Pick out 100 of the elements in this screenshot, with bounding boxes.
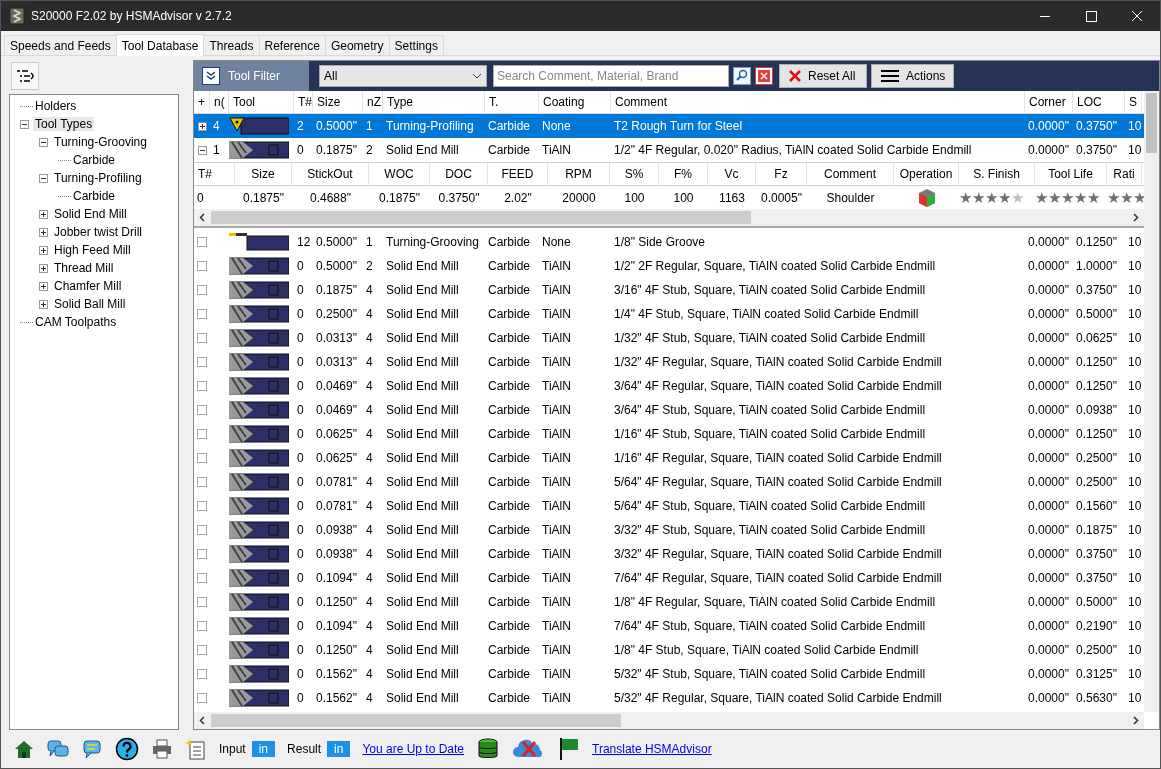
tree-item[interactable]: Carbide	[71, 153, 118, 167]
column-header[interactable]: RPM	[548, 163, 610, 185]
checkbox[interactable]	[197, 645, 207, 655]
tree-item[interactable]: Tool Types	[33, 117, 95, 131]
column-header[interactable]: Size	[313, 91, 363, 113]
expand-toggle-icon[interactable]	[39, 299, 48, 309]
reset-all-button[interactable]: Reset All	[779, 64, 867, 88]
column-header[interactable]: S	[1125, 91, 1142, 113]
horizontal-scrollbar[interactable]	[194, 712, 1144, 729]
column-header[interactable]: Comment	[611, 91, 1025, 113]
column-header[interactable]: T.	[485, 91, 539, 113]
column-header[interactable]: T#	[294, 91, 313, 113]
checkbox[interactable]	[197, 693, 207, 703]
checkbox[interactable]	[197, 309, 207, 319]
checkbox[interactable]	[197, 357, 207, 367]
column-header[interactable]: S. Finish	[959, 163, 1035, 185]
chat-icon[interactable]	[47, 738, 69, 760]
tree-item[interactable]: Jobber twist Drill	[52, 225, 145, 239]
home-icon[interactable]	[13, 738, 35, 760]
collapse-icon[interactable]	[202, 67, 220, 85]
expand-toggle-icon[interactable]	[39, 137, 48, 147]
checkbox[interactable]	[197, 597, 207, 607]
search-icon[interactable]	[733, 67, 751, 85]
expand-toggle-icon[interactable]	[20, 119, 29, 129]
checkbox[interactable]	[197, 333, 207, 343]
printer-icon[interactable]	[151, 738, 173, 760]
column-header[interactable]: WOC	[369, 163, 430, 185]
tree-item[interactable]: Turning-Grooving	[52, 135, 149, 149]
update-link[interactable]: You are Up to Date	[362, 742, 465, 756]
checkbox[interactable]	[197, 477, 207, 487]
column-header[interactable]: Size	[235, 163, 292, 185]
checkbox[interactable]	[197, 501, 207, 511]
column-header[interactable]: T#	[194, 163, 235, 185]
tool-row[interactable]: 4 2 0.5000" 1 Turning-Profiling Carbide None T2 Rough Turn for Steel 0.0000" 0.3750" 10	[194, 114, 1144, 138]
expand-toggle-icon[interactable]	[39, 263, 48, 273]
tree-item[interactable]: Solid Ball Mill	[52, 297, 128, 311]
expand-toggle-icon[interactable]	[39, 227, 48, 237]
column-header[interactable]: FEED	[488, 163, 548, 185]
expand-toggle-icon[interactable]	[197, 121, 207, 131]
horizontal-scrollbar[interactable]	[194, 209, 1144, 226]
column-header[interactable]: Operation	[894, 163, 959, 185]
tree-toggle-button[interactable]	[11, 62, 39, 90]
column-header[interactable]: +	[194, 91, 210, 113]
expand-toggle-icon[interactable]	[39, 173, 48, 183]
checkbox[interactable]	[197, 381, 207, 391]
checkbox[interactable]	[197, 525, 207, 535]
column-header[interactable]: S%	[610, 163, 659, 185]
tree-item[interactable]: Thread Mill	[52, 261, 116, 275]
filter-dropdown[interactable]: All	[319, 65, 487, 87]
checkbox[interactable]	[197, 573, 207, 583]
column-header[interactable]: Vc	[708, 163, 756, 185]
expand-toggle-icon[interactable]	[39, 209, 48, 219]
tree-item[interactable]: Chamfer Mill	[52, 279, 124, 293]
expand-toggle-icon[interactable]	[197, 145, 207, 155]
column-header[interactable]: LOC	[1073, 91, 1125, 113]
tree-item[interactable]: Carbide	[71, 189, 118, 203]
checkbox[interactable]	[197, 549, 207, 559]
column-header[interactable]: Tool Life	[1035, 163, 1107, 185]
tab[interactable]: Settings	[388, 35, 444, 55]
checkbox[interactable]	[197, 453, 207, 463]
column-header[interactable]: DOC	[430, 163, 488, 185]
checkbox[interactable]	[197, 669, 207, 679]
tool-row[interactable]: 1 0 0.1875" 2 Solid End Mill Carbide TiAlN 1/2" 4F Regular, 0.020" Radius, TiAlN coated Solid Carbide Endmill 0.0000" 0.3750" 10	[194, 138, 1144, 162]
tree-item[interactable]: Turning-Profiling	[52, 171, 144, 185]
checkbox[interactable]	[197, 621, 207, 631]
tab[interactable]: Tool Database	[115, 34, 205, 56]
checkbox[interactable]	[197, 261, 207, 271]
column-header[interactable]: StickOut	[292, 163, 369, 185]
column-header[interactable]: n(	[210, 91, 229, 113]
column-header[interactable]: Type	[383, 91, 485, 113]
expand-toggle-icon[interactable]	[39, 281, 48, 291]
column-header[interactable]: Tool	[229, 91, 294, 113]
help-icon[interactable]	[115, 737, 139, 761]
translate-link[interactable]: Translate HSMAdvisor	[592, 742, 712, 756]
column-header[interactable]: Coating	[539, 91, 611, 113]
tree-item[interactable]: Holders	[33, 99, 79, 113]
column-header[interactable]: F%	[659, 163, 708, 185]
clear-icon[interactable]	[755, 67, 773, 85]
column-header[interactable]: Rati	[1107, 163, 1142, 185]
checkbox[interactable]	[197, 429, 207, 439]
tree-item[interactable]: CAM Toolpaths	[33, 315, 119, 329]
checkbox[interactable]	[197, 237, 207, 247]
flag-icon[interactable]	[558, 737, 581, 761]
comment-icon[interactable]	[81, 738, 103, 760]
search-field[interactable]: Search Comment, Material, Brand	[493, 65, 729, 87]
column-header[interactable]: Corner	[1025, 91, 1073, 113]
actions-button[interactable]: Actions	[871, 64, 955, 88]
tab[interactable]: Geometry	[324, 35, 390, 55]
column-header[interactable]: Comment	[807, 163, 894, 185]
tab[interactable]: Speeds and Feeds	[4, 35, 117, 55]
expand-toggle-icon[interactable]	[39, 245, 48, 255]
vertical-scrollbar[interactable]	[1144, 91, 1159, 712]
database-icon[interactable]	[476, 737, 501, 761]
column-header[interactable]: nZ	[363, 91, 383, 113]
checkbox[interactable]	[197, 405, 207, 415]
tree-item[interactable]: High Feed Mill	[52, 243, 133, 257]
checkbox[interactable]	[197, 285, 207, 295]
checklist-icon[interactable]	[185, 738, 207, 760]
column-header[interactable]: Fz	[756, 163, 807, 185]
tree-item[interactable]: Solid End Mill	[52, 207, 129, 221]
